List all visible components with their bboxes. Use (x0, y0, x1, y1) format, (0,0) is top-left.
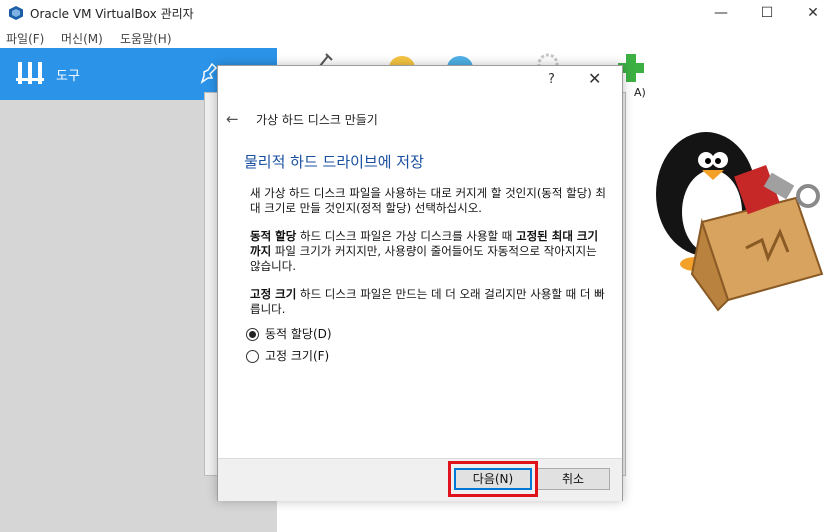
bold-dynamic: 동적 할당 (250, 229, 297, 243)
window-title: Oracle VM VirtualBox 관리자 (30, 7, 194, 21)
cancel-button[interactable]: 취소 (536, 468, 610, 490)
radio-selected-icon[interactable] (246, 328, 259, 341)
menu-help[interactable]: 도움말(H) (120, 30, 172, 47)
radio-unselected-icon[interactable] (246, 350, 259, 363)
intro-paragraph: 새 가상 하드 디스크 파일을 사용하는 대로 커지게 할 것인지(동적 할당)… (250, 186, 607, 215)
dynamic-text-2: 파일 크기가 커지지만, 사용량이 줄어들어도 자동적으로 작아지지는 않습니다… (250, 244, 597, 273)
tools-icon (16, 62, 44, 84)
fixed-text: 하드 디스크 파일은 만드는 데 더 오래 걸리지만 사용할 때 더 빠릅니다. (250, 287, 605, 316)
tools-label: 도구 (56, 69, 80, 84)
close-window-button[interactable]: ✕ (790, 0, 836, 26)
toolbar-label-fragment: A) (634, 86, 646, 99)
back-arrow-icon[interactable]: ← (226, 110, 239, 128)
radio-dynamic-label: 동적 할당(D) (265, 327, 332, 341)
global-settings-icon[interactable] (536, 52, 560, 66)
page-heading: 물리적 하드 드라이브에 저장 (244, 153, 424, 171)
menu-file[interactable]: 파일(F) (6, 30, 44, 47)
minimize-button[interactable]: — (698, 0, 744, 26)
help-button[interactable]: ? (548, 72, 555, 87)
maximize-button[interactable]: ☐ (744, 0, 790, 26)
create-virtual-hard-disk-dialog: ? ✕ ← 가상 하드 디스크 만들기 물리적 하드 드라이브에 저장 새 가상… (217, 65, 623, 501)
radio-dynamic-allocation[interactable]: 동적 할당(D) (246, 325, 332, 342)
dynamic-description: 동적 할당 하드 디스크 파일은 가상 디스크를 사용할 때 고정된 최대 크기… (250, 229, 606, 274)
next-button-highlight (448, 461, 538, 497)
dynamic-text-1: 하드 디스크 파일은 가상 디스크를 사용할 때 (296, 229, 517, 243)
menu-bar: 파일(F) 머신(M) 도움말(H) (0, 26, 836, 48)
radio-fixed-label: 고정 크기(F) (265, 349, 330, 363)
fixed-description: 고정 크기 하드 디스크 파일은 만드는 데 더 오래 걸리지만 사용할 때 더… (250, 287, 606, 317)
virtualbox-logo-icon (9, 6, 23, 20)
dialog-close-button[interactable]: ✕ (588, 69, 601, 88)
title-bar: Oracle VM VirtualBox 관리자 — ☐ ✕ (0, 0, 836, 26)
radio-fixed-size[interactable]: 고정 크기(F) (246, 347, 329, 364)
dialog-title: 가상 하드 디스크 만들기 (256, 113, 378, 127)
bold-fixed: 고정 크기 (250, 287, 297, 301)
penguin-toolbox-illustration (656, 132, 824, 312)
menu-machine[interactable]: 머신(M) (61, 30, 103, 47)
pin-icon[interactable] (198, 62, 218, 84)
dialog-footer: 다음(N) 취소 (218, 458, 622, 501)
